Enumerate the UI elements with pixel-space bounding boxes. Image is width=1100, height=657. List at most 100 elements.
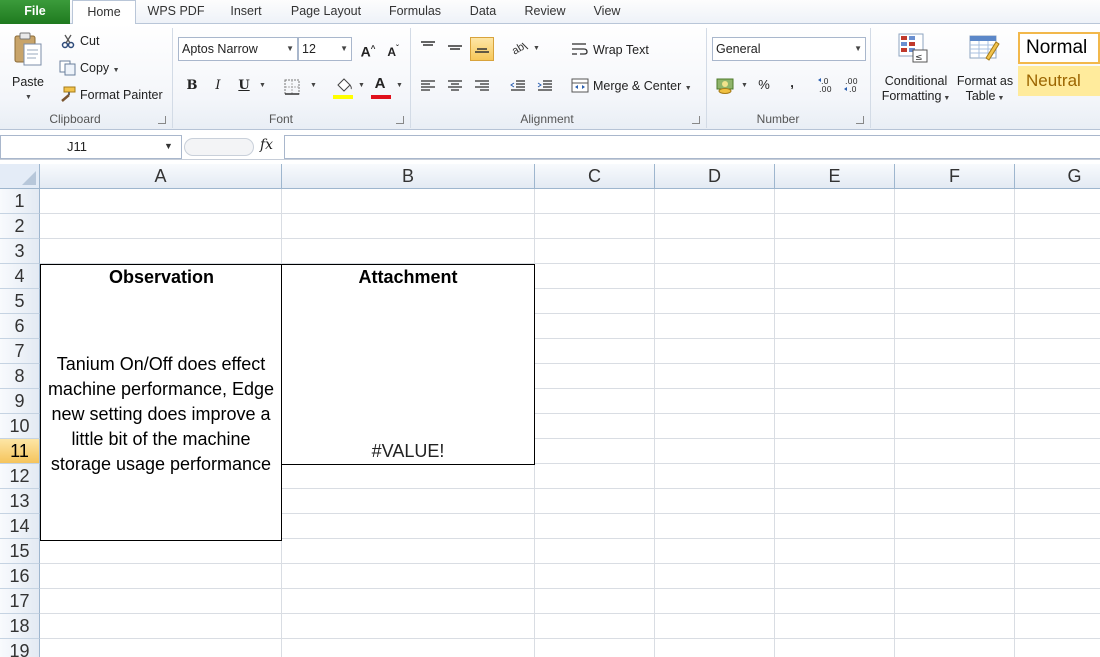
cell-b4-attachment-header[interactable]: Attachment [281, 264, 535, 290]
name-box[interactable]: J11 [0, 135, 182, 159]
align-top-icon[interactable] [420, 40, 436, 57]
copy-button[interactable]: Copy ▼ [80, 61, 120, 75]
cell-a5-observation-text[interactable]: Tanium On/Off does effect machine perfor… [40, 289, 282, 541]
merge-center-dropdown-icon[interactable]: ▼ [685, 85, 692, 92]
orientation-icon[interactable]: ab [510, 39, 532, 58]
tab-home[interactable]: Home [72, 0, 136, 25]
wrap-text-button[interactable]: Wrap Text [593, 43, 649, 57]
row-header-16[interactable]: 16 [0, 564, 40, 589]
font-color-dropdown-icon[interactable]: ▼ [396, 82, 403, 89]
font-color-button[interactable]: A [368, 72, 392, 96]
cut-button[interactable]: Cut [80, 34, 99, 48]
tab-review[interactable]: Review [516, 0, 574, 24]
orientation-dropdown-icon[interactable]: ▼ [533, 45, 540, 52]
cell-b5[interactable] [281, 289, 535, 315]
chevron-down-icon[interactable]: ▼ [286, 38, 294, 60]
column-header-e[interactable]: E [775, 164, 895, 189]
cell-b6[interactable] [281, 314, 535, 340]
accounting-dropdown-icon[interactable]: ▼ [741, 82, 748, 89]
paste-icon[interactable] [12, 32, 44, 68]
row-header-4[interactable]: 4 [0, 264, 40, 289]
column-header-g[interactable]: G [1015, 164, 1100, 189]
borders-dropdown-icon[interactable]: ▼ [310, 82, 317, 89]
paste-dropdown-icon[interactable]: ▼ [25, 94, 32, 101]
underline-dropdown-icon[interactable]: ▼ [259, 82, 266, 89]
column-header-f[interactable]: F [895, 164, 1015, 189]
bold-button[interactable]: B [180, 74, 204, 98]
row-header-14[interactable]: 14 [0, 514, 40, 539]
row-header-13[interactable]: 13 [0, 489, 40, 514]
italic-button[interactable]: I [206, 74, 230, 98]
number-launcher-icon[interactable] [856, 116, 864, 124]
chevron-down-icon[interactable]: ▼ [164, 135, 173, 157]
fill-color-dropdown-icon[interactable]: ▼ [358, 82, 365, 89]
tab-data[interactable]: Data [460, 0, 506, 24]
clipboard-launcher-icon[interactable] [158, 116, 166, 124]
row-header-7[interactable]: 7 [0, 339, 40, 364]
tab-formulas[interactable]: Formulas [380, 0, 450, 24]
decrease-decimal-icon[interactable]: .00.0 [843, 76, 863, 97]
row-header-3[interactable]: 3 [0, 239, 40, 264]
shrink-font-button[interactable]: Aˇ [381, 37, 405, 61]
row-header-10[interactable]: 10 [0, 414, 40, 439]
align-center-icon[interactable] [447, 79, 463, 96]
row-header-9[interactable]: 9 [0, 389, 40, 414]
grow-font-button[interactable]: A^ [356, 37, 380, 61]
row-header-19[interactable]: 19 [0, 639, 40, 657]
row-header-8[interactable]: 8 [0, 364, 40, 389]
cell-b8[interactable] [281, 364, 535, 390]
chevron-down-icon[interactable]: ▼ [340, 38, 348, 60]
chevron-down-icon[interactable]: ▼ [854, 38, 862, 60]
row-header-6[interactable]: 6 [0, 314, 40, 339]
tab-wps-pdf[interactable]: WPS PDF [142, 0, 210, 24]
row-header-18[interactable]: 18 [0, 614, 40, 639]
align-middle-icon[interactable] [447, 40, 463, 57]
increase-indent-icon[interactable] [537, 79, 553, 96]
column-header-d[interactable]: D [655, 164, 775, 189]
column-header-b[interactable]: B [282, 164, 535, 189]
expand-handle[interactable] [184, 138, 254, 156]
paste-button[interactable]: Paste [12, 75, 44, 89]
cell-b10[interactable] [281, 414, 535, 440]
decrease-indent-icon[interactable] [510, 79, 526, 96]
tab-view[interactable]: View [584, 0, 630, 24]
font-size-combo[interactable]: 12 ▼ [298, 37, 352, 61]
font-launcher-icon[interactable] [396, 116, 404, 124]
align-right-icon[interactable] [474, 79, 490, 96]
tab-file[interactable]: File [0, 0, 70, 24]
row-header-17[interactable]: 17 [0, 589, 40, 614]
alignment-launcher-icon[interactable] [692, 116, 700, 124]
row-header-15[interactable]: 15 [0, 539, 40, 564]
underline-button[interactable]: U [232, 74, 256, 98]
style-normal[interactable]: Normal [1018, 32, 1100, 64]
formula-input[interactable] [284, 135, 1100, 159]
worksheet-grid[interactable]: A B C D E F G 1 2 3 4 5 6 7 8 9 10 11 12… [0, 164, 1100, 657]
align-bottom-button[interactable] [470, 37, 494, 61]
format-painter-button[interactable]: Format Painter [80, 88, 163, 102]
row-header-1[interactable]: 1 [0, 189, 40, 214]
select-all-button[interactable] [0, 164, 40, 189]
increase-decimal-icon[interactable]: .0.00 [817, 76, 837, 97]
row-header-2[interactable]: 2 [0, 214, 40, 239]
row-header-5[interactable]: 5 [0, 289, 40, 314]
accounting-format-icon[interactable] [716, 77, 736, 98]
row-header-11[interactable]: 11 [0, 439, 40, 464]
cell-b9[interactable] [281, 389, 535, 415]
tab-page-layout[interactable]: Page Layout [282, 0, 370, 24]
row-header-12[interactable]: 12 [0, 464, 40, 489]
insert-function-icon[interactable]: fx [260, 137, 273, 153]
percent-style-button[interactable]: % [752, 73, 776, 97]
conditional-formatting-dropdown-icon[interactable]: ▼ [941, 95, 950, 102]
cell-b11[interactable]: #VALUE! [281, 439, 535, 465]
format-as-table-button[interactable]: Format as Table ▼ [952, 74, 1018, 103]
align-left-icon[interactable] [420, 79, 436, 96]
comma-style-button[interactable]: , [780, 71, 804, 95]
font-name-combo[interactable]: Aptos Narrow ▼ [178, 37, 298, 61]
cell-a4-observation-header[interactable]: Observation [40, 264, 282, 290]
number-format-combo[interactable]: General ▼ [712, 37, 866, 61]
format-as-table-dropdown-icon[interactable]: ▼ [996, 95, 1004, 102]
merge-center-button[interactable]: Merge & Center ▼ [593, 79, 692, 93]
borders-icon[interactable] [284, 79, 300, 98]
conditional-formatting-button[interactable]: Conditional Formatting ▼ [881, 74, 951, 103]
column-header-c[interactable]: C [535, 164, 655, 189]
